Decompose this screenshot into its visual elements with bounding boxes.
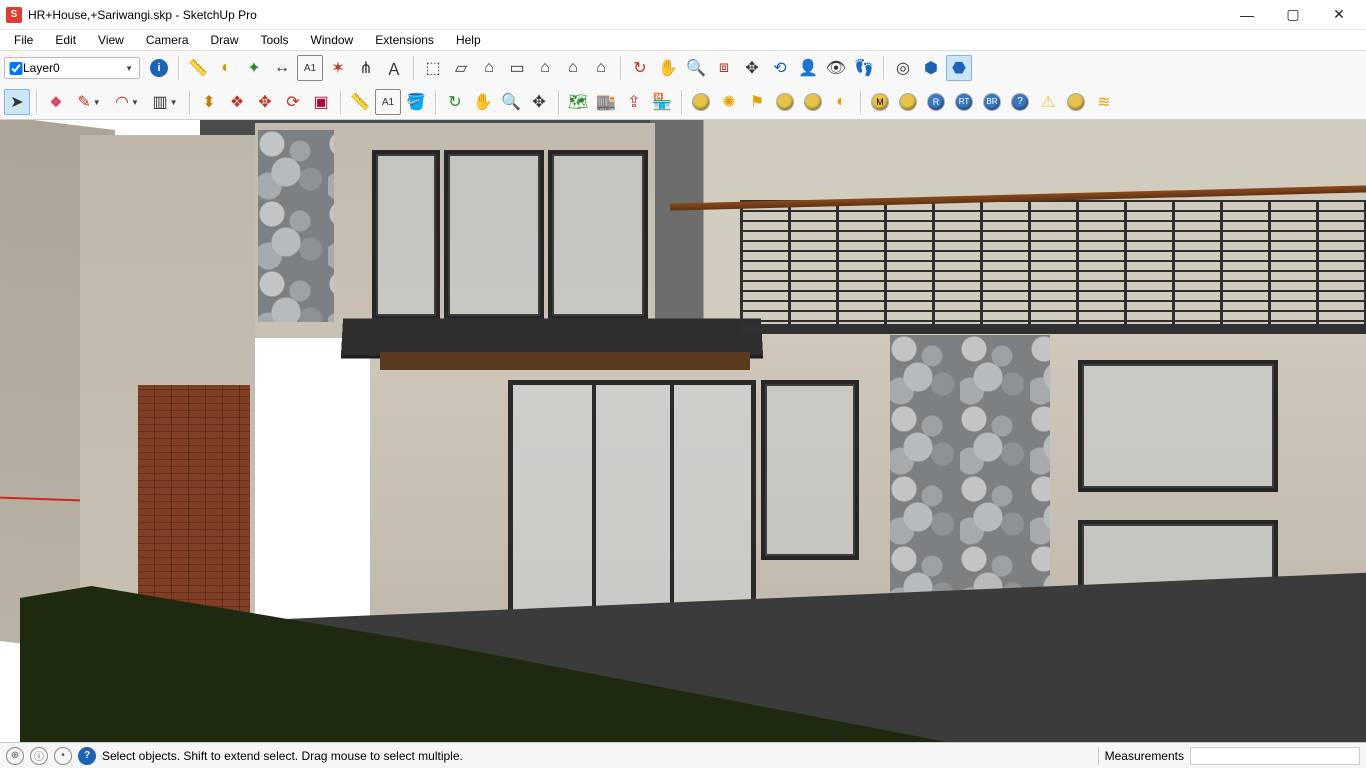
toolbar-row-1: Layer0 ▼ i 📏 ◐ ✦ ↔ A1 ✶ ⋔ Ａ ⬚ ▱ ⌂ ▭ ⌂ ⌂ … [0,51,1366,85]
walk-icon[interactable]: 👣 [851,55,877,81]
next-view-icon[interactable]: 👤 [795,55,821,81]
rt-round-icon[interactable]: RT [951,89,977,115]
measurements-label: Measurements [1105,749,1184,763]
section-plane-icon[interactable]: ✶ [325,55,351,81]
status-hint: Select objects. Shift to extend select. … [102,749,463,763]
menu-help[interactable]: Help [446,31,491,49]
measurements-input[interactable] [1190,747,1360,765]
orbit2-icon[interactable]: ↻ [442,89,468,115]
previous-view-icon[interactable]: ⟲ [767,55,793,81]
top-view-icon[interactable]: ▭ [504,55,530,81]
menu-window[interactable]: Window [301,31,364,49]
profile-icon[interactable]: • [54,747,72,765]
paint-bucket-icon[interactable]: 🪣 [403,89,429,115]
toolbar-row-2: ➤ ⬥ ✎▼ ◠▼ ▥▼ ⬍ ❖ ✥ ⟳ ▣ 📏 A1 🪣 ↻ ✋ 🔍 ✥ 🗺 … [0,85,1366,119]
scale-tool-icon[interactable]: ▣ [308,89,334,115]
dimension-icon[interactable]: ↔ [269,55,295,81]
help-round-icon[interactable]: ? [1007,89,1033,115]
layer-selector[interactable]: Layer0 ▼ [4,57,140,79]
layer-visible-checkbox[interactable] [9,62,23,75]
model-box-icon[interactable]: ⬚ [420,55,446,81]
minimize-button[interactable]: — [1224,0,1270,30]
tape-measure-icon[interactable]: 📏 [185,55,211,81]
sun-dot-icon[interactable] [1063,89,1089,115]
sun-path-icon[interactable]: ✺ [716,89,742,115]
front-view-house-icon[interactable]: ⌂ [476,55,502,81]
text2-icon[interactable]: A1 [375,89,401,115]
chevron-down-icon[interactable]: ▼ [123,64,135,73]
map-location-icon[interactable]: 🗺 [565,89,591,115]
shaded-textures-icon[interactable]: ⬣ [946,55,972,81]
viewport-3d[interactable] [0,120,1366,742]
menu-draw[interactable]: Draw [201,31,249,49]
shadow-dot-icon[interactable] [688,89,714,115]
pushpull-icon[interactable]: ⬍ [196,89,222,115]
right-view-icon[interactable]: ⌂ [560,55,586,81]
axes-color-icon[interactable]: ⋔ [353,55,379,81]
window-title: HR+House,+Sariwangi.skp - SketchUp Pro [28,8,257,22]
credits-icon[interactable]: ⓘ [30,747,48,765]
pan2-icon[interactable]: ✋ [470,89,496,115]
maximize-button[interactable]: ▢ [1270,0,1316,30]
menu-edit[interactable]: Edit [45,31,86,49]
axes-tool-icon[interactable]: ✦ [241,55,267,81]
help-icon[interactable]: ? [78,747,96,765]
followme-icon[interactable]: ❖ [224,89,250,115]
protractor-icon[interactable]: ◐ [213,55,239,81]
3dwarehouse-icon[interactable]: 🏬 [593,89,619,115]
q-round-icon[interactable] [895,89,921,115]
pencil-line-icon[interactable]: ✎▼ [71,89,107,115]
make-component-icon[interactable]: ▱ [448,55,474,81]
extension-warehouse-icon[interactable]: 🏪 [649,89,675,115]
menu-view[interactable]: View [88,31,134,49]
flag-icon[interactable]: ⚑ [744,89,770,115]
soften-icon[interactable]: ≋ [1091,89,1117,115]
style-xray-icon[interactable]: ◎ [890,55,916,81]
hidden-geom-icon[interactable] [772,89,798,115]
zoom-extents2-icon[interactable]: ✥ [526,89,552,115]
text-label-icon[interactable]: A1 [297,55,323,81]
rotate-tool-icon[interactable]: ⟳ [280,89,306,115]
zoom2-icon[interactable]: 🔍 [498,89,524,115]
share-model-icon[interactable]: ⇪ [621,89,647,115]
look-around-icon[interactable]: 👁 [823,55,849,81]
window-controls: — ▢ ✕ [1224,0,1362,30]
toolbars: Layer0 ▼ i 📏 ◐ ✦ ↔ A1 ✶ ⋔ Ａ ⬚ ▱ ⌂ ▭ ⌂ ⌂ … [0,50,1366,120]
menu-tools[interactable]: Tools [251,31,299,49]
menubar: File Edit View Camera Draw Tools Window … [0,30,1366,50]
styles-icon[interactable]: ◐ [828,89,854,115]
m-round-icon[interactable]: M [867,89,893,115]
move-tool-icon[interactable]: ✥ [252,89,278,115]
tape-measure2-icon[interactable]: 📏 [347,89,373,115]
statusbar: ⊕ ⓘ • ? Select objects. Shift to extend … [0,742,1366,768]
orbit-icon[interactable]: ↻ [627,55,653,81]
close-button[interactable]: ✕ [1316,0,1362,30]
geo-location-icon[interactable]: ⊕ [6,747,24,765]
rectangle-tool-icon[interactable]: ▥▼ [147,89,183,115]
layer-info-button[interactable]: i [146,55,172,81]
menu-file[interactable]: File [4,31,43,49]
pan-hand-icon[interactable]: ✋ [655,55,681,81]
app-icon: S [6,7,22,23]
r-round-icon[interactable]: R [923,89,949,115]
hidden-obj-icon[interactable] [800,89,826,115]
zoom-window-icon[interactable]: ⧈ [711,55,737,81]
menu-extensions[interactable]: Extensions [365,31,444,49]
eraser-icon[interactable]: ⬥ [43,89,69,115]
iso-house-icon[interactable]: ⌂ [532,55,558,81]
model-scene [0,120,1366,742]
layer-current-name: Layer0 [23,61,123,75]
3d-text-icon[interactable]: Ａ [381,55,407,81]
zoom-extents-icon[interactable]: ✥ [739,55,765,81]
br-round-icon[interactable]: BR [979,89,1005,115]
arc-tool-icon[interactable]: ◠▼ [109,89,145,115]
titlebar: S HR+House,+Sariwangi.skp - SketchUp Pro… [0,0,1366,30]
back-face-icon[interactable]: ⬢ [918,55,944,81]
select-tool-icon[interactable]: ➤ [4,89,30,115]
left-view-icon[interactable]: ⌂ [588,55,614,81]
zoom-icon[interactable]: 🔍 [683,55,709,81]
warn-icon[interactable]: ⚠ [1035,89,1061,115]
menu-camera[interactable]: Camera [136,31,199,49]
